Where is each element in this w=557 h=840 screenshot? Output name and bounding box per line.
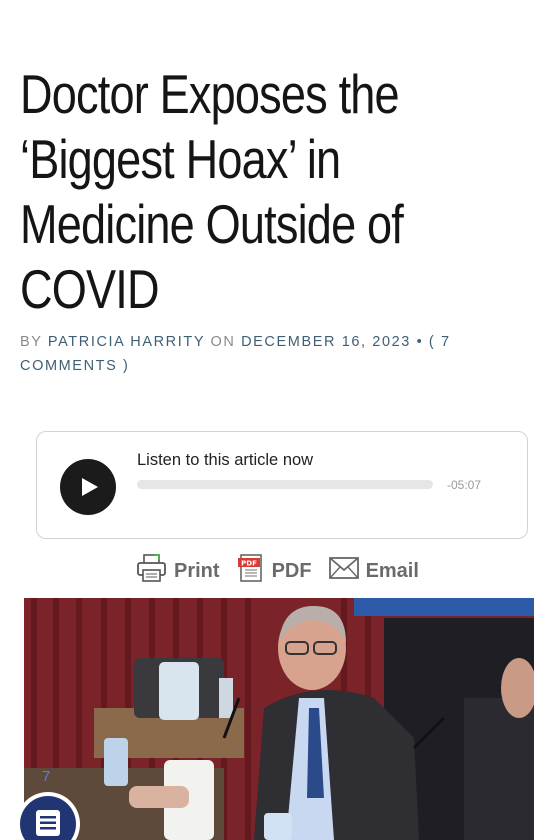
player-title: Listen to this article now (137, 451, 314, 469)
print-label: Print (174, 559, 220, 582)
email-button[interactable]: Email (328, 556, 419, 586)
envelope-icon (328, 556, 360, 586)
pdf-badge: PDF (241, 560, 257, 568)
byline-separator: • (416, 334, 424, 350)
title-line-2: ‘Biggest Hoax’ in (20, 128, 341, 190)
comments-open: ( (428, 334, 436, 350)
article-byline: BY PATRICIA HARRITY ON DECEMBER 16, 2023… (20, 330, 500, 378)
email-label: Email (365, 559, 419, 582)
floating-menu-button-inner (20, 796, 76, 840)
comments-label: COMMENTS (20, 358, 118, 374)
byline-by: BY (20, 334, 43, 350)
article-title: Doctor Exposes the ‘Biggest Hoax’ in Med… (20, 62, 528, 322)
date-link[interactable]: DECEMBER 16, 2023 (241, 334, 411, 350)
print-button[interactable]: Print (136, 553, 220, 589)
comments-count: 7 (441, 334, 451, 350)
list-menu-icon (36, 810, 60, 836)
author-link[interactable]: PATRICIA HARRITY (48, 334, 205, 350)
article-featured-image (24, 598, 534, 840)
time-remaining: -05:07 (447, 478, 482, 492)
printer-icon (136, 553, 168, 589)
byline-on: ON (210, 334, 236, 350)
pdf-button[interactable]: PDF PDF (236, 553, 312, 589)
share-bar: Print PDF PDF Email (136, 554, 435, 588)
comments-close: ) (123, 358, 130, 374)
progress-bar[interactable] (137, 480, 433, 489)
pdf-document-icon: PDF (236, 553, 266, 589)
pdf-label: PDF (271, 559, 312, 582)
audio-player: Listen to this article now -05:07 (36, 431, 528, 539)
play-button[interactable] (60, 459, 116, 515)
title-line-4: COVID (20, 258, 160, 320)
play-icon (82, 478, 98, 496)
doctor-hearing-photo (24, 598, 534, 840)
title-line-3: Medicine Outside of (20, 193, 404, 255)
image-overlay-number: 7 (42, 768, 51, 785)
title-line-1: Doctor Exposes the (20, 63, 400, 125)
